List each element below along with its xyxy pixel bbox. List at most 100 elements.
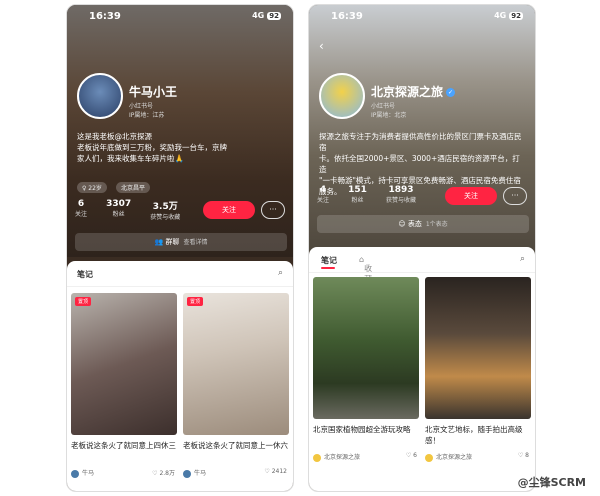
right-phone-screen: 16:39 4G 92 ‹ 北京探源之旅 ✓ 小红书号 IP属地：北京 探源之旅专注… [308, 4, 536, 492]
status-time: 16:39 [331, 11, 363, 22]
reaction-sub: 1个表态 [425, 221, 448, 228]
author-avatar [183, 469, 191, 478]
reaction-icon: ☺ [398, 220, 408, 228]
red-id: 小红书号 [129, 103, 154, 110]
follow-button[interactable]: 关注 [445, 187, 497, 205]
author-name: 牛马 [82, 470, 95, 477]
follow-button[interactable]: 关注 [203, 201, 255, 219]
note-meta: 北京探源之旅 ♡ 6 [313, 452, 419, 462]
search-icon[interactable]: ⌕ [278, 268, 283, 278]
group-sub: 查看详情 [183, 239, 208, 246]
avatar[interactable] [319, 73, 365, 119]
ip-location: IP属地：北京 [371, 112, 407, 119]
group-icon: 👥 [154, 238, 166, 246]
notes-sheet: 笔记 ⌂ 收藏 ⌕ 北京国家植物园超全游玩攻略 北京探源之旅 ♡ 6 北京文艺地标… [309, 247, 535, 491]
following-stat[interactable]: 6 关注 [75, 199, 87, 218]
note-card[interactable]: 北京国家植物园超全游玩攻略 北京探源之旅 ♡ 6 [313, 277, 419, 462]
bio-line: 家人们，我来收集车车碎片啦🙏 [77, 154, 184, 163]
following-stat[interactable]: 4 关注 [317, 185, 329, 204]
tab-notes[interactable]: 笔记 [77, 269, 93, 280]
tab-collect[interactable]: ⌂ 收藏 [359, 255, 372, 284]
note-title: 老板说这条火了就同意上一休六 [183, 441, 288, 450]
tab-notes[interactable]: 笔记 [321, 255, 337, 266]
like-count[interactable]: ♡ 6 [406, 452, 417, 459]
profile-header: 16:39 4G 92 牛马小王 小红书号 IP属地：江苏 这是我老板@北京探源 … [67, 5, 293, 257]
like-count[interactable]: ♡ 2412 [264, 468, 287, 475]
message-icon[interactable]: ··· [503, 187, 527, 205]
avatar[interactable] [77, 73, 123, 119]
note-cover: 置顶 [183, 293, 289, 435]
followers-stat[interactable]: 151 粉丝 [348, 185, 367, 204]
stat-label: 粉丝 [351, 197, 364, 204]
profile-name: 北京探源之旅 [371, 85, 444, 99]
content-tabs: 笔记 ⌂ 收藏 ⌕ [309, 247, 535, 284]
stat-label: 获赞与收藏 [386, 197, 417, 204]
note-title: 老板说这条火了就同意上四休三 [71, 441, 176, 450]
author-name: 北京探源之旅 [436, 454, 473, 461]
note-title: 北京文艺地标，随手拍出高级感！ [425, 425, 523, 445]
stat-value: 3307 [106, 199, 132, 209]
status-bar: 16:39 4G 92 [89, 11, 281, 25]
signal-label: 4G [494, 11, 507, 20]
author-avatar [71, 469, 79, 478]
signal-indicator: 4G 92 [252, 11, 281, 20]
followers-stat[interactable]: 3307 粉丝 [106, 199, 131, 218]
signal-indicator: 4G 92 [494, 11, 523, 20]
note-card[interactable]: 北京文艺地标，随手拍出高级感！ 北京探源之旅 ♡ 8 [425, 277, 531, 462]
author-avatar [425, 453, 433, 462]
battery-icon: 92 [267, 12, 281, 20]
note-cover [425, 277, 531, 419]
stat-value: 3.5万 [152, 202, 178, 212]
stat-value: 1893 [388, 185, 414, 195]
likes-stat[interactable]: 3.5万获赞与收藏 [150, 199, 180, 221]
note-title: 北京国家植物园超全游玩攻略 [313, 425, 411, 434]
verified-icon: ✓ [446, 88, 456, 97]
like-count[interactable]: ♡ 8 [518, 452, 529, 459]
profile-stats: 6 关注 3307 粉丝 3.5万获赞与收藏 [75, 199, 194, 221]
note-meta: 牛马 ♡ 2.8万 [71, 468, 177, 478]
location-tag: 北京昌平 [116, 182, 151, 193]
like-value: 6 [413, 452, 417, 459]
red-id: 小红书号 [371, 103, 396, 110]
note-cover: 置顶 [71, 293, 177, 435]
note-meta: 牛马 ♡ 2412 [183, 468, 289, 478]
pinned-badge: 置顶 [75, 297, 92, 306]
message-icon[interactable]: ··· [261, 201, 285, 219]
search-icon[interactable]: ⌕ [520, 254, 525, 264]
note-cover [313, 277, 419, 419]
watermark: @尘锋SCRM [517, 476, 586, 489]
note-meta: 北京探源之旅 ♡ 8 [425, 452, 531, 462]
back-arrow-icon[interactable]: ‹ [319, 39, 324, 53]
author-avatar [313, 453, 321, 462]
stat-value: 151 [348, 185, 367, 195]
stat-label: 粉丝 [112, 211, 125, 218]
profile-tags: ♀ 22岁 北京昌平 [77, 175, 154, 194]
like-value: 2.8万 [159, 470, 175, 477]
bio-line: 探源之旅专注于为消费者提供高性价比的景区门票卡及酒店民宿 [319, 132, 522, 152]
like-value: 8 [525, 452, 529, 459]
stat-label: 获赞与收藏 [150, 214, 181, 221]
note-card[interactable]: 置顶 老板说这条火了就同意上一休六 牛马 ♡ 2412 [183, 293, 289, 478]
status-time: 16:39 [89, 11, 121, 22]
profile-stats: 4 关注 151 粉丝 1893 获赞与收藏 [317, 185, 430, 204]
stat-value: 6 [77, 199, 85, 209]
note-card[interactable]: 置顶 老板说这条火了就同意上四休三 牛马 ♡ 2.8万 [71, 293, 177, 478]
left-phone-screen: 16:39 4G 92 牛马小王 小红书号 IP属地：江苏 这是我老板@北京探源 … [66, 4, 294, 492]
stat-label: 关注 [75, 211, 88, 218]
content-tabs: 笔记 ⌕ [67, 261, 293, 287]
notes-sheet: 笔记 ⌕ 置顶 老板说这条火了就同意上四休三 牛马 ♡ 2.8万 置顶 老板说这条… [67, 261, 293, 491]
group-label: 群聊 [165, 238, 180, 246]
likes-stat[interactable]: 1893 获赞与收藏 [386, 185, 416, 204]
active-tab-indicator [321, 267, 335, 269]
like-count[interactable]: ♡ 2.8万 [152, 468, 175, 477]
status-bar: 16:39 4G 92 [331, 11, 523, 25]
profile-name-row: 北京探源之旅 ✓ [371, 83, 456, 100]
bio-line: 卡。依托全国2000+景区、3000+酒店民宿的资源平台，打造 [319, 154, 520, 174]
pinned-badge: 置顶 [187, 297, 204, 306]
ip-location: IP属地：江苏 [129, 112, 165, 119]
signal-label: 4G [252, 11, 265, 20]
bio-line: 这是我老板@北京探源 [77, 132, 152, 141]
profile-name: 牛马小王 [129, 85, 178, 99]
reaction-bar[interactable]: ☺ 表态 1个表态 [317, 215, 529, 233]
group-chat-bar[interactable]: 👥 群聊 查看详情 [75, 233, 287, 251]
